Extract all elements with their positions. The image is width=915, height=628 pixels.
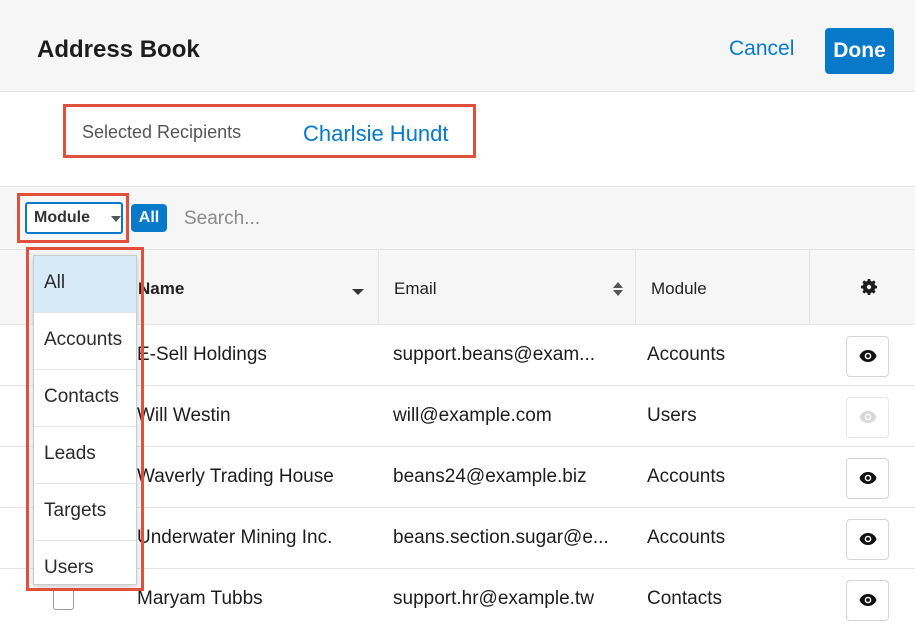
column-header-actions: [809, 250, 915, 325]
column-header-module-label: Module: [651, 279, 707, 298]
table-row[interactable]: Will Westin will@example.com Users: [0, 386, 915, 447]
modal-header: Address Book Cancel Done: [0, 0, 915, 92]
filter-bar: Module All: [0, 187, 915, 250]
row-module: Accounts: [647, 466, 726, 487]
row-module: Contacts: [647, 588, 722, 609]
module-filter-dropdown[interactable]: Module: [25, 202, 123, 234]
search-input[interactable]: [176, 201, 876, 237]
recipients-highlight: Selected Recipients Charlsie Hundt: [63, 104, 476, 158]
row-email: support.beans@exam...: [393, 344, 596, 365]
table-row[interactable]: Maryam Tubbs support.hr@example.tw Conta…: [0, 569, 915, 628]
table-row[interactable]: Underwater Mining Inc. beans.section.sug…: [0, 508, 915, 569]
sort-icon: [613, 282, 625, 296]
row-name: Maryam Tubbs: [137, 588, 263, 609]
dropdown-option-users[interactable]: Users: [34, 541, 136, 598]
row-module: Users: [647, 405, 697, 426]
row-module: Accounts: [647, 527, 726, 548]
row-name: E-Sell Holdings: [137, 344, 267, 365]
row-name: Underwater Mining Inc.: [137, 527, 333, 548]
row-email: beans24@example.biz: [393, 466, 587, 487]
eye-icon: [859, 350, 877, 362]
preview-button[interactable]: [846, 519, 889, 560]
preview-button[interactable]: [846, 336, 889, 377]
dropdown-option-contacts[interactable]: Contacts: [34, 370, 136, 427]
dropdown-option-all[interactable]: All: [34, 256, 136, 313]
column-header-email-label: Email: [394, 279, 437, 298]
dropdown-option-targets[interactable]: Targets: [34, 484, 136, 541]
caret-down-icon: [111, 216, 121, 222]
row-email: beans.section.sugar@e...: [393, 527, 609, 548]
table-row[interactable]: Waverly Trading House beans24@example.bi…: [0, 447, 915, 508]
column-header-name-label: Name: [138, 279, 185, 298]
row-name: Will Westin: [137, 405, 231, 426]
cancel-button[interactable]: Cancel: [729, 37, 794, 61]
row-module: Accounts: [647, 344, 726, 365]
row-email: will@example.com: [393, 405, 552, 426]
dropdown-option-accounts[interactable]: Accounts: [34, 313, 136, 370]
row-email: support.hr@example.tw: [393, 588, 594, 609]
preview-button[interactable]: [846, 458, 889, 499]
gear-icon[interactable]: [859, 277, 879, 297]
table-header: Name Email Module: [0, 250, 915, 325]
eye-icon: [859, 594, 877, 606]
done-button[interactable]: Done: [825, 28, 894, 74]
column-header-email[interactable]: Email: [378, 250, 635, 325]
column-header-module: Module: [635, 250, 809, 325]
module-filter-label: Module: [34, 209, 90, 226]
module-dropdown-menu: All Accounts Contacts Leads Targets User…: [33, 255, 137, 585]
eye-icon: [859, 411, 877, 423]
all-filter-badge[interactable]: All: [131, 204, 167, 232]
column-header-name[interactable]: Name: [120, 250, 378, 325]
preview-button-disabled: [846, 397, 889, 438]
page-title: Address Book: [37, 36, 200, 63]
eye-icon: [859, 533, 877, 545]
sort-descending-icon: [352, 289, 364, 295]
recipient-pill[interactable]: Charlsie Hundt: [303, 121, 449, 147]
eye-icon: [859, 472, 877, 484]
table-row[interactable]: E-Sell Holdings support.beans@exam... Ac…: [0, 325, 915, 386]
recipients-area: Selected Recipients Charlsie Hundt: [0, 92, 915, 187]
row-name: Waverly Trading House: [137, 466, 334, 487]
preview-button[interactable]: [846, 580, 889, 621]
dropdown-option-leads[interactable]: Leads: [34, 427, 136, 484]
recipients-label: Selected Recipients: [82, 122, 242, 142]
